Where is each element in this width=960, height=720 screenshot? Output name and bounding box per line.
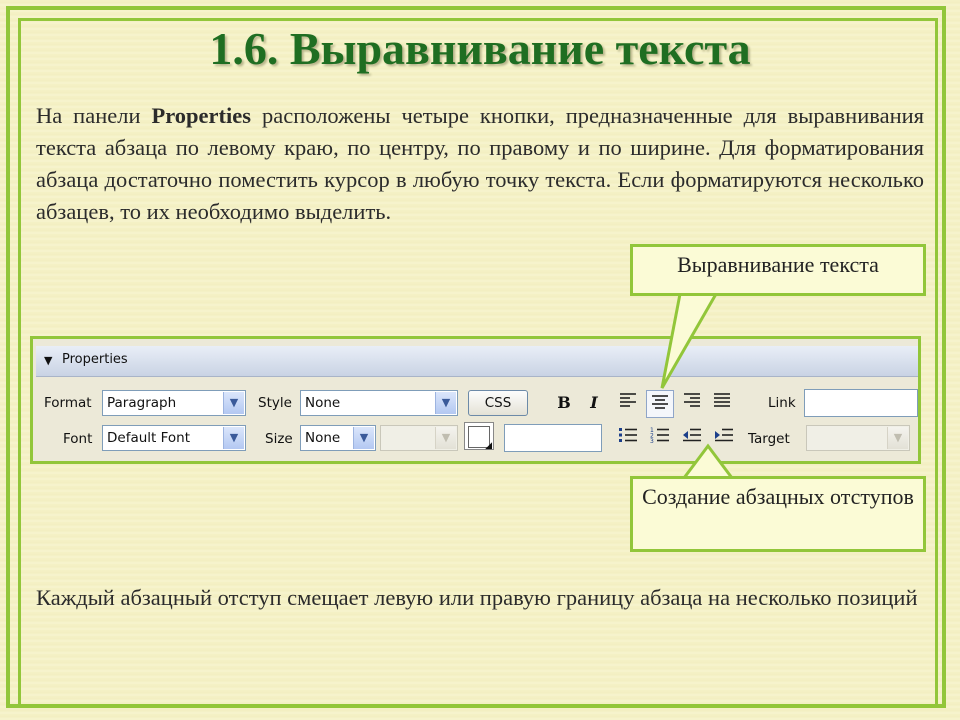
color-input[interactable] <box>504 424 602 452</box>
format-label: Format <box>44 395 92 411</box>
font-label: Font <box>63 431 93 447</box>
dropdown-arrow-icon[interactable]: ▼ <box>223 427 244 449</box>
properties-panel-header[interactable]: ▼ Properties <box>36 346 918 377</box>
size-select[interactable]: None ▼ <box>300 425 376 451</box>
footer-paragraph: Каждый абзацный отступ смещает левую или… <box>36 585 918 610</box>
intro-text-start: На панели <box>36 103 152 128</box>
align-callout-text: Выравнивание текста <box>677 252 879 277</box>
style-label: Style <box>258 395 292 411</box>
dropdown-arrow-icon[interactable]: ▼ <box>353 427 374 449</box>
css-button[interactable]: CSS <box>468 390 528 416</box>
link-label: Link <box>768 395 796 411</box>
size-label: Size <box>265 431 293 447</box>
bold-icon[interactable]: B <box>552 391 576 415</box>
indent-callout: Создание абзацных отступов <box>630 476 926 552</box>
ordered-list-icon[interactable]: 123 <box>648 426 672 450</box>
format-select-value: Paragraph <box>107 395 177 411</box>
indent-icon[interactable] <box>712 426 736 450</box>
properties-panel-title: Properties <box>62 352 128 367</box>
font-select[interactable]: Default Font ▼ <box>102 425 246 451</box>
size-unit-select[interactable]: ▼ <box>380 425 458 451</box>
dropdown-arrow-icon[interactable]: ▼ <box>435 392 456 414</box>
font-select-value: Default Font <box>107 430 191 446</box>
slide: 1.6. Выравнивание текста На панели Prope… <box>0 0 960 720</box>
italic-icon[interactable]: I <box>582 391 606 415</box>
svg-text:3: 3 <box>650 438 654 443</box>
align-center-icon[interactable] <box>646 390 674 418</box>
intro-bold-term: Properties <box>151 103 252 128</box>
align-callout: Выравнивание текста <box>630 244 926 296</box>
unordered-list-icon[interactable] <box>616 426 640 450</box>
target-label: Target <box>748 431 790 447</box>
outdent-icon[interactable] <box>680 426 704 450</box>
align-right-icon[interactable] <box>680 391 704 415</box>
link-input[interactable] <box>804 389 918 417</box>
properties-panel-body: Format Paragraph ▼ Style None ▼ CSS B I … <box>36 378 918 458</box>
align-left-icon[interactable] <box>616 391 640 415</box>
color-swatch-icon[interactable]: ◢ <box>464 422 494 451</box>
slide-title: 1.6. Выравнивание текста <box>209 23 751 74</box>
intro-paragraph: На панели Properties расположены четыре … <box>36 100 924 228</box>
indent-callout-text: Создание абзацных отступов <box>642 484 914 509</box>
collapse-triangle-icon[interactable]: ▼ <box>44 354 52 367</box>
target-select[interactable]: ▼ <box>806 425 910 451</box>
dropdown-arrow-icon: ▼ <box>887 427 908 449</box>
dropdown-arrow-icon: ▼ <box>435 427 456 449</box>
dropdown-arrow-icon[interactable]: ▼ <box>223 392 244 414</box>
justify-icon[interactable] <box>710 391 734 415</box>
style-select-value: None <box>305 395 341 411</box>
size-select-value: None <box>305 430 341 446</box>
format-select[interactable]: Paragraph ▼ <box>102 390 246 416</box>
style-select[interactable]: None ▼ <box>300 390 458 416</box>
